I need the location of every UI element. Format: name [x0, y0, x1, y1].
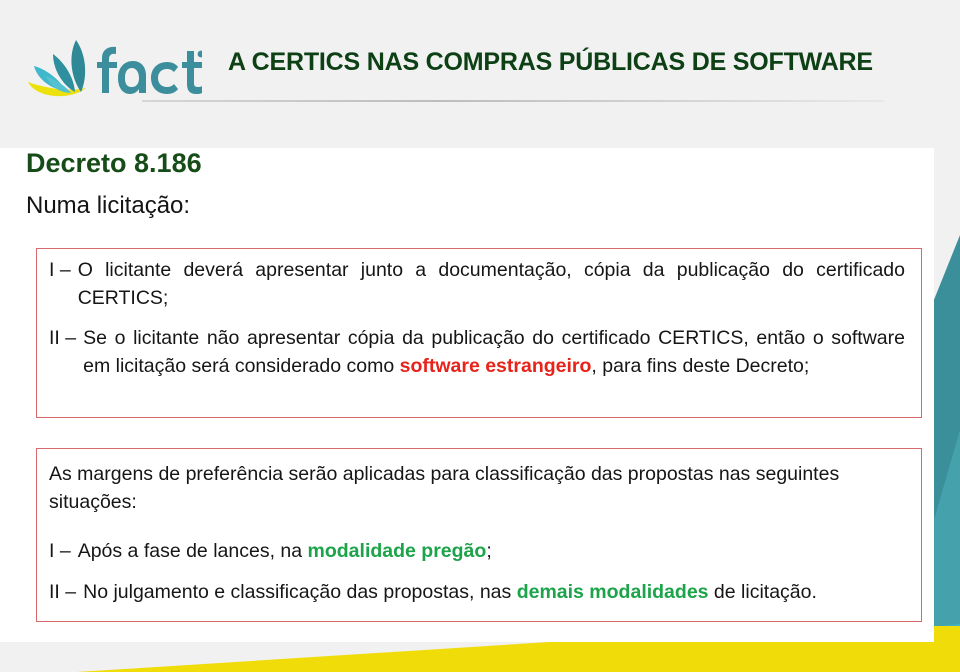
- list-item-text: Se o licitante não apresentar cópia da p…: [83, 325, 905, 380]
- list-item-text-after: , para fins deste Decreto;: [591, 355, 810, 378]
- list-item-highlight: software estrangeiro: [399, 355, 592, 378]
- logo-wordmark-shape: [97, 46, 205, 94]
- list-item-text: No julgamento e classificação das propos…: [83, 579, 905, 607]
- facti-logo: [24, 38, 205, 100]
- slide-content: Decreto 8.186 Numa licitação: I – O lici…: [0, 148, 960, 642]
- list-item-highlight: modalidade pregão: [307, 540, 487, 563]
- list-item: II – No julgamento e classificação das p…: [49, 579, 905, 607]
- list-item: I – O licitante deverá apresentar junto …: [49, 257, 905, 312]
- list-item-marker: II –: [49, 327, 77, 350]
- list-item-text: O licitante deverá apresentar junto a do…: [78, 257, 905, 312]
- list-item: II – Se o licitante não apresentar cópia…: [49, 325, 905, 380]
- margens-preferencia-box: As margens de preferência serão aplicada…: [36, 448, 922, 622]
- page-title: A CERTICS NAS COMPRAS PÚBLICAS DE SOFTWA…: [228, 48, 873, 76]
- list-item-text-before: Após a fase de lances, na: [77, 540, 308, 563]
- slide: A CERTICS NAS COMPRAS PÚBLICAS DE SOFTWA…: [0, 0, 960, 672]
- list-item-text-after: de licitação.: [708, 581, 817, 604]
- list-item-marker: I –: [49, 259, 71, 281]
- list-item-text-before: O licitante deverá apresentar junto a do…: [77, 259, 905, 309]
- decreto-heading: Decreto 8.186: [26, 148, 202, 178]
- list-item-marker: I –: [49, 540, 71, 563]
- slide-header: A CERTICS NAS COMPRAS PÚBLICAS DE SOFTWA…: [0, 0, 960, 148]
- box2-lead-text: As margens de preferência serão aplicada…: [49, 463, 840, 513]
- intro-text: Numa licitação:: [26, 192, 191, 219]
- list-item-highlight: demais modalidades: [516, 581, 709, 604]
- list-item-text-after: ;: [486, 540, 492, 563]
- list-item-text: Após a fase de lances, na modalidade pre…: [78, 538, 905, 566]
- facti-logo-svg: [28, 40, 205, 97]
- decreto-items-box: I – O licitante deverá apresentar junto …: [36, 248, 922, 418]
- list-item: I – Após a fase de lances, na modalidade…: [49, 538, 905, 566]
- list-item-marker: II –: [49, 581, 77, 604]
- header-divider: [142, 100, 884, 102]
- list-item-text-before: No julgamento e classificação das propos…: [83, 581, 517, 604]
